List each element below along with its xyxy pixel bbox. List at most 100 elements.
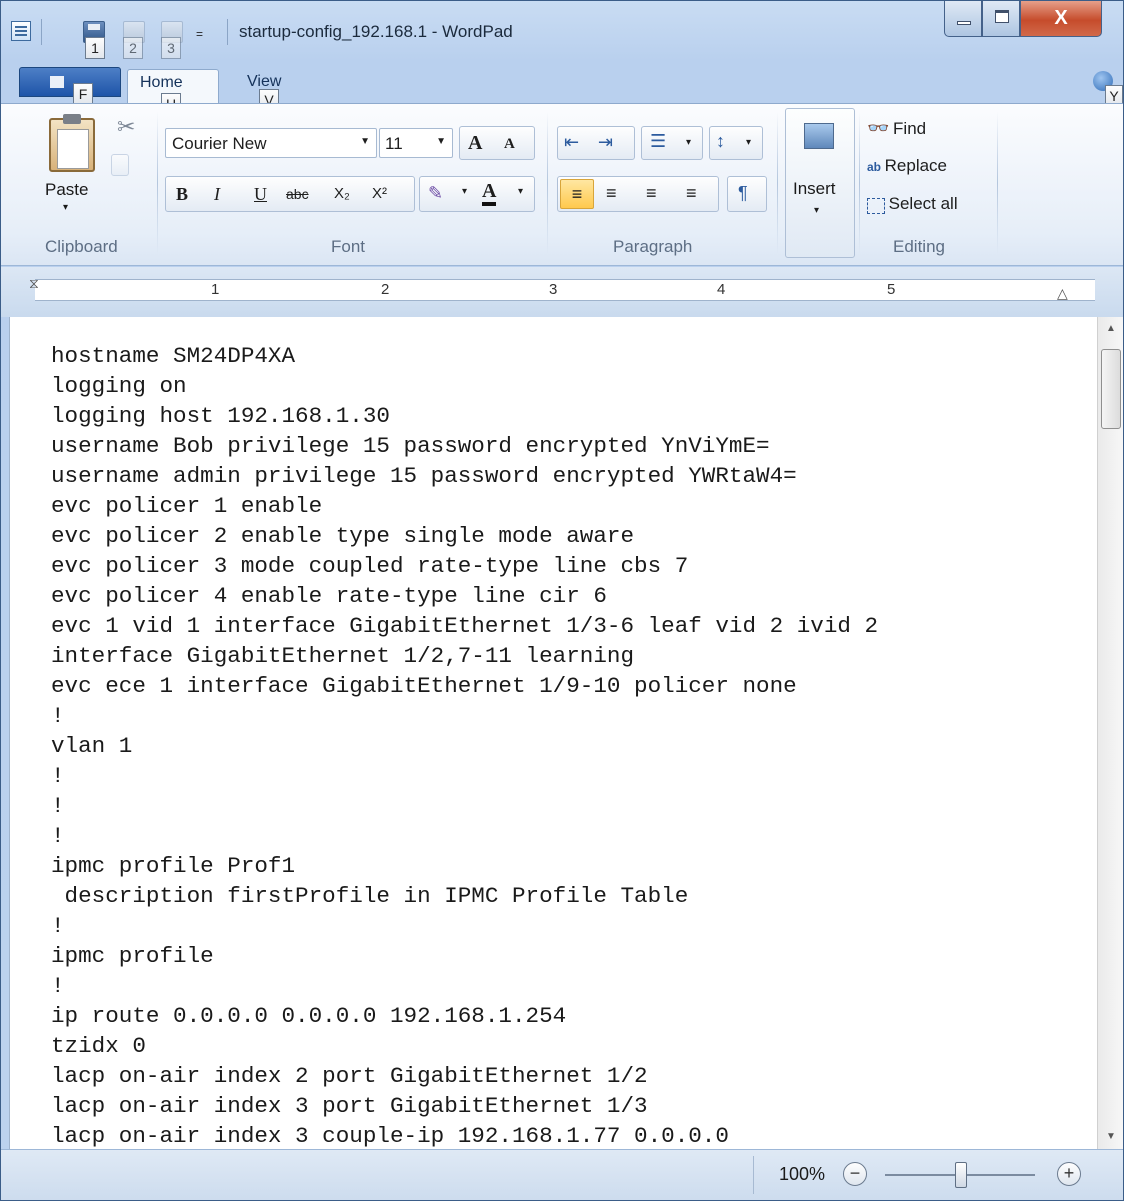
document-line[interactable]: description firstProfile in IPMC Profile… bbox=[51, 881, 878, 911]
document-line[interactable]: username admin privilege 15 password enc… bbox=[51, 461, 878, 491]
document-line[interactable]: tzidx 0 bbox=[51, 1031, 878, 1061]
paste-label[interactable]: Paste bbox=[45, 180, 88, 200]
keytip-redo: 3 bbox=[161, 37, 181, 59]
chevron-down-icon[interactable]: ▾ bbox=[518, 186, 523, 197]
group-separator bbox=[997, 112, 998, 254]
document-text[interactable]: hostname SM24DP4XA logging on logging host… bbox=[51, 341, 878, 1149]
replace-icon: ab bbox=[867, 160, 882, 174]
paragraph-icon: ¶ bbox=[738, 183, 748, 203]
minimize-button[interactable] bbox=[944, 1, 982, 37]
customize-qat-dropdown[interactable]: = bbox=[196, 27, 203, 41]
document-editor[interactable]: hostname SM24DP4XA logging on logging host… bbox=[9, 317, 1097, 1149]
underline-button[interactable]: U bbox=[254, 184, 267, 205]
zoom-out-button[interactable]: − bbox=[843, 1162, 867, 1186]
editing-group-label: Editing bbox=[893, 237, 945, 256]
alignment-buttons: ≡ ≡ ≡ ≡ bbox=[557, 176, 719, 212]
document-line[interactable]: vlan 1 bbox=[51, 731, 878, 761]
document-line[interactable]: ! bbox=[51, 911, 878, 941]
scroll-up-icon[interactable]: ▲ bbox=[1106, 323, 1116, 334]
document-line[interactable]: ! bbox=[51, 821, 878, 851]
right-indent-marker[interactable]: △ bbox=[1057, 285, 1068, 302]
close-button[interactable]: X bbox=[1020, 1, 1102, 37]
document-line[interactable]: ipmc profile Prof1 bbox=[51, 851, 878, 881]
document-line[interactable]: lacp on-air index 3 port GigabitEthernet… bbox=[51, 1091, 878, 1121]
document-line[interactable]: interface GigabitEthernet 1/2,7-11 learn… bbox=[51, 641, 878, 671]
group-separator bbox=[157, 112, 158, 254]
font-color-button[interactable]: A bbox=[482, 180, 497, 206]
document-line[interactable]: evc policer 2 enable type single mode aw… bbox=[51, 521, 878, 551]
document-line[interactable]: evc policer 4 enable rate-type line cir … bbox=[51, 581, 878, 611]
wordpad-app-icon[interactable] bbox=[11, 21, 31, 41]
vertical-scrollbar[interactable]: ▲ ▼ bbox=[1097, 317, 1123, 1149]
increase-indent-icon[interactable]: ⇥ bbox=[598, 132, 613, 153]
document-line[interactable]: evc ece 1 interface GigabitEthernet 1/9-… bbox=[51, 671, 878, 701]
font-size-value: 11 bbox=[385, 134, 403, 153]
document-line[interactable]: ! bbox=[51, 791, 878, 821]
document-line[interactable]: lacp on-air index 3 couple-ip 192.168.1.… bbox=[51, 1121, 878, 1149]
grow-font-button[interactable]: A bbox=[468, 132, 482, 155]
find-button[interactable]: 👓 Find bbox=[867, 118, 926, 139]
scrollbar-thumb[interactable] bbox=[1101, 349, 1121, 429]
subscript-button[interactable]: X₂ bbox=[334, 185, 350, 202]
strikethrough-button[interactable]: abc bbox=[286, 186, 309, 202]
document-line[interactable]: hostname SM24DP4XA bbox=[51, 341, 878, 371]
font-family-value: Courier New bbox=[172, 134, 267, 153]
document-line[interactable]: logging on bbox=[51, 371, 878, 401]
keytip-save: 1 bbox=[85, 37, 105, 59]
document-line[interactable]: ipmc profile bbox=[51, 941, 878, 971]
chevron-down-icon: ▾ bbox=[686, 137, 692, 148]
shrink-font-button[interactable]: A bbox=[504, 136, 515, 153]
file-menu-button[interactable] bbox=[19, 67, 121, 97]
document-line[interactable]: evc 1 vid 1 interface GigabitEthernet 1/… bbox=[51, 611, 878, 641]
decrease-indent-icon[interactable]: ⇤ bbox=[564, 132, 579, 153]
title-separator bbox=[227, 19, 228, 45]
paste-dropdown-icon[interactable]: ▾ bbox=[63, 202, 68, 213]
line-spacing-button[interactable]: ↕ ▾ bbox=[709, 126, 763, 160]
italic-button[interactable]: I bbox=[214, 184, 220, 205]
font-size-select[interactable]: 11 ▼ bbox=[379, 128, 453, 158]
align-left-icon[interactable]: ≡ bbox=[560, 179, 594, 209]
align-center-icon[interactable]: ≡ bbox=[606, 183, 617, 204]
select-all-icon bbox=[867, 197, 885, 214]
copy-icon[interactable] bbox=[111, 154, 129, 176]
superscript-button[interactable]: X² bbox=[372, 185, 387, 202]
document-line[interactable]: lacp on-air index 2 port GigabitEthernet… bbox=[51, 1061, 878, 1091]
group-separator bbox=[547, 112, 548, 254]
paste-icon[interactable] bbox=[49, 114, 95, 172]
document-line[interactable]: evc policer 1 enable bbox=[51, 491, 878, 521]
list-button[interactable]: ☰ ▾ bbox=[641, 126, 703, 160]
font-group-label: Font bbox=[331, 237, 366, 256]
chevron-down-icon[interactable]: ▾ bbox=[462, 186, 467, 197]
document-line[interactable]: ! bbox=[51, 701, 878, 731]
document-line[interactable]: username Bob privilege 15 password encry… bbox=[51, 431, 878, 461]
insert-button[interactable]: Insert ▾ bbox=[785, 108, 855, 258]
document-line[interactable]: evc policer 3 mode coupled rate-type lin… bbox=[51, 551, 878, 581]
highlight-icon[interactable]: ✎ bbox=[428, 183, 443, 204]
align-right-icon[interactable]: ≡ bbox=[646, 183, 657, 204]
bold-button[interactable]: B bbox=[176, 184, 188, 205]
group-separator bbox=[859, 112, 860, 254]
document-line[interactable]: ! bbox=[51, 971, 878, 1001]
document-line[interactable]: ! bbox=[51, 761, 878, 791]
cut-icon[interactable]: ✂ bbox=[117, 114, 135, 140]
keytip-file: F bbox=[73, 83, 93, 105]
find-label: Find bbox=[893, 119, 927, 138]
font-family-select[interactable]: Courier New ▼ bbox=[165, 128, 377, 158]
picture-icon bbox=[804, 123, 834, 149]
document-line[interactable]: ip route 0.0.0.0 0.0.0.0 192.168.1.254 bbox=[51, 1001, 878, 1031]
first-line-indent-marker[interactable]: ⧖ bbox=[29, 275, 39, 292]
document-line[interactable]: logging host 192.168.1.30 bbox=[51, 401, 878, 431]
select-all-button[interactable]: Select all bbox=[867, 194, 958, 214]
status-separator bbox=[753, 1156, 754, 1194]
scroll-down-icon[interactable]: ▼ bbox=[1106, 1131, 1116, 1142]
clipboard-group-label: Clipboard bbox=[45, 237, 118, 256]
font-size-buttons: A A bbox=[459, 126, 535, 160]
zoom-slider-thumb[interactable] bbox=[955, 1162, 967, 1188]
maximize-button[interactable] bbox=[982, 1, 1020, 37]
minimize-icon bbox=[957, 21, 971, 25]
maximize-icon bbox=[995, 10, 1009, 23]
zoom-in-button[interactable]: + bbox=[1057, 1162, 1081, 1186]
replace-button[interactable]: ab Replace bbox=[867, 156, 947, 176]
paragraph-settings-button[interactable]: ¶ bbox=[727, 176, 767, 212]
justify-icon[interactable]: ≡ bbox=[686, 183, 697, 204]
